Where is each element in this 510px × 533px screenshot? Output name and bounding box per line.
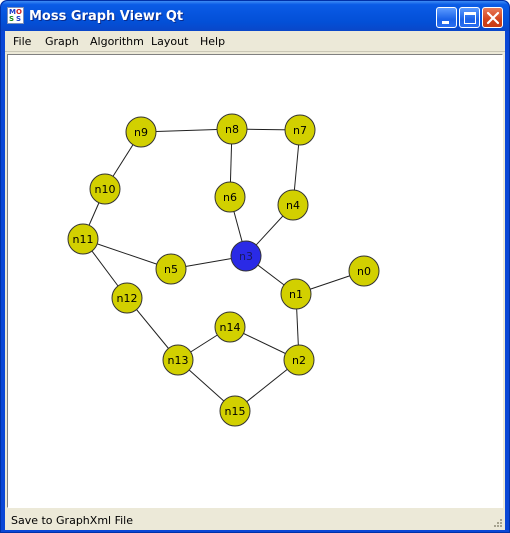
- menu-help[interactable]: Help: [200, 35, 225, 48]
- graph-node-n14[interactable]: n14: [214, 311, 246, 343]
- graph-node-label: n12: [117, 292, 138, 305]
- graph-node-n12[interactable]: n12: [111, 282, 143, 314]
- graph-canvas[interactable]: n0 n1 n2 n3 n4 n5 n6 n7 n8 n9 n10 n11 n12 n13 n14 n15: [7, 54, 503, 508]
- resize-grip-icon[interactable]: [491, 516, 503, 528]
- graph-node-n4[interactable]: n4: [277, 189, 309, 221]
- graph-node-n2[interactable]: n2: [283, 344, 315, 376]
- graph-view[interactable]: n0 n1 n2 n3 n4 n5 n6 n7 n8 n9 n10 n11 n12 n13 n14 n15: [8, 55, 502, 507]
- graph-node-label: n8: [225, 123, 239, 136]
- title-bar[interactable]: M O S S Moss Graph Viewr Qt: [1, 1, 509, 31]
- graph-node-n6[interactable]: n6: [214, 181, 246, 213]
- app-icon[interactable]: M O S S: [7, 7, 24, 24]
- menu-file[interactable]: File: [13, 35, 31, 48]
- graph-node-n0[interactable]: n0: [348, 255, 380, 287]
- graph-node-n5[interactable]: n5: [155, 253, 187, 285]
- graph-node-label: n13: [168, 354, 189, 367]
- status-bar: Save to GraphXml File: [5, 510, 505, 530]
- graph-node-label: n14: [220, 321, 241, 334]
- maximize-button[interactable]: [459, 7, 480, 28]
- menu-bar: File Graph Algorithm Layout Help: [5, 31, 505, 52]
- window-title: Moss Graph Viewr Qt: [29, 9, 184, 24]
- client-area: File Graph Algorithm Layout Help n0 n1 n2 n…: [5, 31, 505, 530]
- graph-node-n8[interactable]: n8: [216, 113, 248, 145]
- graph-node-label: n15: [225, 405, 246, 418]
- graph-node-n11[interactable]: n11: [67, 223, 99, 255]
- graph-node-label: n11: [73, 233, 94, 246]
- minimize-button[interactable]: [436, 7, 457, 28]
- graph-node-n7[interactable]: n7: [284, 114, 316, 146]
- graph-node-n1[interactable]: n1: [280, 278, 312, 310]
- graph-node-label: n1: [289, 288, 303, 301]
- graph-node-label: n5: [164, 263, 178, 276]
- minimize-icon: [442, 21, 449, 24]
- graph-node-label: n2: [292, 354, 306, 367]
- menu-layout[interactable]: Layout: [151, 35, 188, 48]
- graph-node-n10[interactable]: n10: [89, 173, 121, 205]
- graph-node-label: n9: [134, 126, 148, 139]
- graph-node-label: n3: [239, 250, 253, 263]
- graph-node-n9[interactable]: n9: [125, 116, 157, 148]
- menu-graph[interactable]: Graph: [45, 35, 79, 48]
- main-window: M O S S Moss Graph Viewr Qt File Graph A…: [0, 0, 510, 533]
- maximize-icon: [464, 12, 476, 24]
- graph-node-n15[interactable]: n15: [219, 395, 251, 427]
- graph-node-n13[interactable]: n13: [162, 344, 194, 376]
- menu-algorithm[interactable]: Algorithm: [90, 35, 144, 48]
- close-button[interactable]: [482, 7, 503, 28]
- graph-node-label: n7: [293, 124, 307, 137]
- graph-node-label: n0: [357, 265, 371, 278]
- graph-node-label: n6: [223, 191, 237, 204]
- close-icon: [486, 11, 500, 25]
- graph-node-label: n10: [95, 183, 116, 196]
- status-message: Save to GraphXml File: [11, 514, 133, 527]
- graph-node-label: n4: [286, 199, 300, 212]
- graph-node-n3[interactable]: n3: [230, 240, 262, 272]
